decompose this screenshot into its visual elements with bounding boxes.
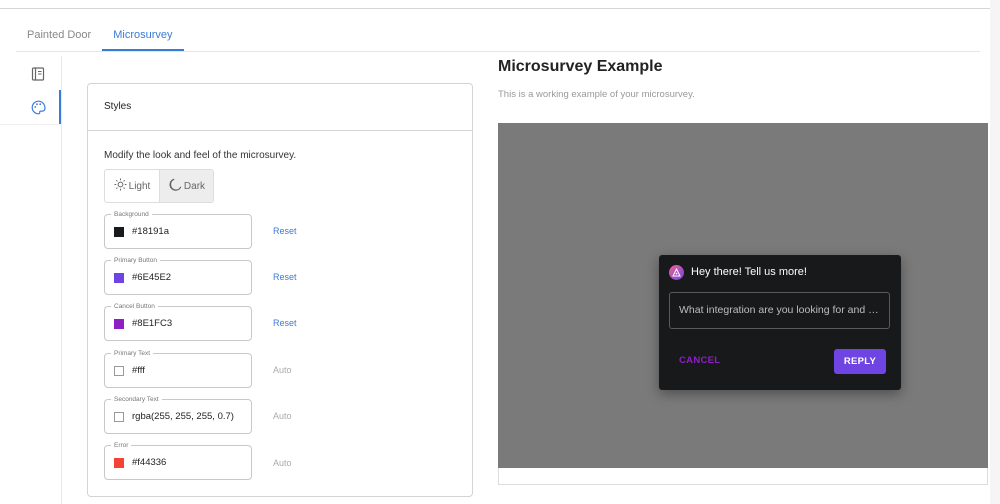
- light-theme-button[interactable]: Light: [105, 170, 159, 202]
- primary-button-reset-button[interactable]: Reset: [273, 272, 297, 282]
- color-swatch[interactable]: [114, 273, 124, 283]
- primary-text-color-field[interactable]: Primary Text #fff: [104, 349, 252, 388]
- field-label: Cancel Button: [111, 302, 158, 311]
- top-divider: [0, 8, 990, 9]
- panel-divider: [88, 130, 472, 131]
- sidebar-divider: [0, 124, 60, 125]
- palette-icon[interactable]: [29, 98, 47, 116]
- tab-microsurvey[interactable]: Microsurvey: [102, 18, 184, 51]
- color-swatch[interactable]: [114, 227, 124, 237]
- field-value[interactable]: #f44336: [132, 457, 166, 468]
- background-reset-button[interactable]: Reset: [273, 226, 297, 236]
- field-value[interactable]: #6E45E2: [132, 272, 171, 283]
- moon-icon: [168, 178, 182, 195]
- primary-text-auto-label: Auto: [273, 365, 292, 375]
- survey-title: Hey there! Tell us more!: [691, 266, 807, 278]
- cancel-button-color-field[interactable]: Cancel Button #8E1FC3: [104, 302, 252, 341]
- secondary-text-auto-label: Auto: [273, 411, 292, 421]
- survey-cancel-button[interactable]: CANCEL: [679, 355, 720, 366]
- dark-theme-button[interactable]: Dark: [158, 170, 213, 202]
- preview-title: Microsurvey Example: [498, 58, 663, 75]
- light-label: Light: [128, 180, 151, 192]
- color-swatch[interactable]: [114, 458, 124, 468]
- sidebar-border: [61, 56, 62, 504]
- error-auto-label: Auto: [273, 458, 292, 468]
- microsurvey-card: Hey there! Tell us more! What integratio…: [659, 255, 901, 390]
- survey-response-input[interactable]: What integration are you looking for and…: [669, 292, 890, 329]
- microsurvey-logo-icon: [669, 265, 684, 280]
- survey-reply-button[interactable]: REPLY: [834, 349, 886, 374]
- background-color-field[interactable]: Background #18191a: [104, 210, 252, 249]
- secondary-text-color-field[interactable]: Secondary Text rgba(255, 255, 255, 0.7): [104, 395, 252, 434]
- field-value[interactable]: #18191a: [132, 226, 169, 237]
- styles-panel: Styles Modify the look and feel of the m…: [87, 83, 473, 497]
- cancel-button-reset-button[interactable]: Reset: [273, 318, 297, 328]
- survey-input-placeholder: What integration are you looking for and…: [679, 304, 884, 316]
- styles-panel-title: Styles: [104, 101, 132, 112]
- styles-description: Modify the look and feel of the microsur…: [104, 150, 297, 161]
- field-label: Error: [111, 441, 132, 450]
- color-swatch[interactable]: [114, 412, 124, 422]
- field-label: Secondary Text: [111, 395, 162, 404]
- error-color-field[interactable]: Error #f44336: [104, 441, 252, 480]
- field-value[interactable]: rgba(255, 255, 255, 0.7): [132, 411, 234, 422]
- theme-toggle: Light Dark: [104, 169, 214, 203]
- field-label: Primary Text: [111, 349, 153, 358]
- tab-bar: Painted Door Microsurvey: [16, 18, 184, 52]
- book-icon[interactable]: [29, 65, 47, 83]
- preview-footer: [498, 468, 988, 485]
- field-label: Background: [111, 210, 152, 219]
- primary-button-color-field[interactable]: Primary Button #6E45E2: [104, 256, 252, 295]
- field-value[interactable]: #8E1FC3: [132, 318, 172, 329]
- tabs-divider: [16, 51, 980, 52]
- field-label: Primary Button: [111, 256, 160, 265]
- sun-icon: [114, 178, 127, 194]
- scrollbar-track[interactable]: [990, 0, 1000, 504]
- color-swatch[interactable]: [114, 319, 124, 329]
- field-value[interactable]: #fff: [132, 365, 145, 376]
- preview-subtitle: This is a working example of your micros…: [498, 89, 695, 100]
- color-swatch[interactable]: [114, 366, 124, 376]
- dark-label: Dark: [183, 180, 206, 192]
- tab-painted-door[interactable]: Painted Door: [16, 18, 102, 51]
